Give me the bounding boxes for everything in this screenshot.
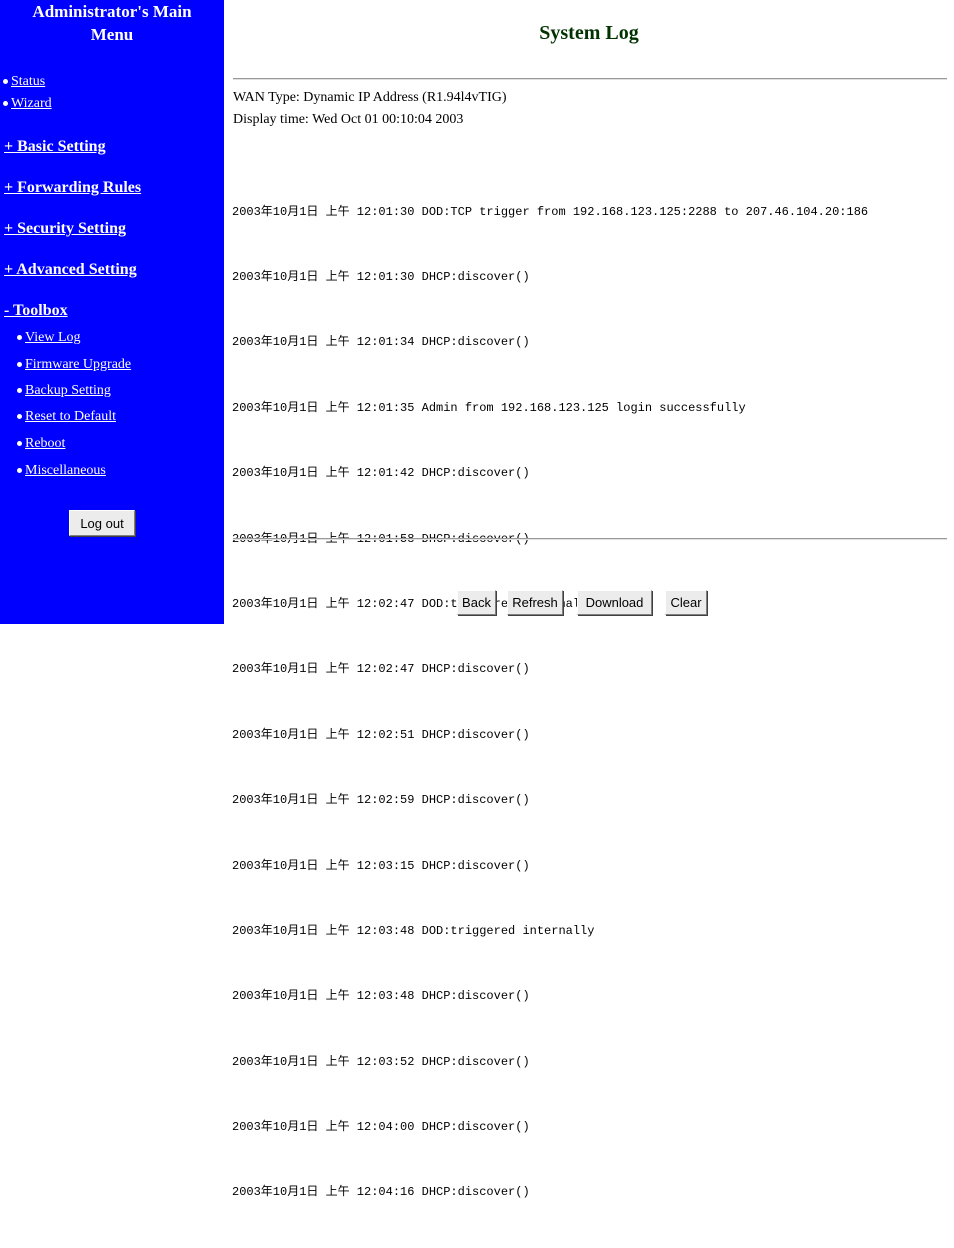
main-panel: System Log WAN Type: Dynamic IP Address … bbox=[224, 0, 954, 1199]
top-divider bbox=[233, 78, 947, 80]
bullet-icon bbox=[17, 468, 22, 474]
page-title: System Log bbox=[539, 22, 639, 44]
bullet-icon bbox=[17, 388, 22, 394]
log-row: 2003年10月1日 上午 12:02:47 DHCP:discover() bbox=[232, 662, 530, 677]
firmware-upgrade-link[interactable]: Firmware Upgrade bbox=[25, 357, 131, 372]
bullet-icon bbox=[3, 79, 8, 85]
advanced-setting-link[interactable]: + Advanced Setting bbox=[4, 261, 137, 278]
back-button[interactable]: Back bbox=[457, 590, 496, 615]
toolbox-item-reset-default[interactable]: Reset to Default bbox=[17, 409, 116, 425]
log-row: 2003年10月1日 上午 12:01:34 DHCP:discover() bbox=[232, 335, 530, 350]
log-row: 2003年10月1日 上午 12:01:30 DOD:TCP trigger f… bbox=[232, 204, 869, 219]
wizard-link[interactable]: Wizard bbox=[11, 96, 52, 111]
log-row: 2003年10月1日 上午 12:03:15 DHCP:discover() bbox=[232, 858, 530, 873]
toolbox-item-reboot[interactable]: Reboot bbox=[17, 436, 65, 452]
log-row: 2003年10月1日 上午 12:02:59 DHCP:discover() bbox=[232, 793, 530, 808]
section-advanced-setting[interactable]: + Advanced Setting bbox=[4, 261, 137, 279]
log-row: 2003年10月1日 上午 12:03:48 DOD:triggered int… bbox=[232, 923, 595, 938]
log-row: 2003年10月1日 上午 12:03:52 DHCP:discover() bbox=[232, 1054, 530, 1069]
status-link[interactable]: Status bbox=[11, 74, 45, 89]
security-setting-link[interactable]: + Security Setting bbox=[4, 220, 126, 237]
log-row: 2003年10月1日 上午 12:03:48 DHCP:discover() bbox=[232, 989, 530, 1004]
bottom-divider bbox=[233, 538, 947, 540]
toolbox-item-firmware-upgrade[interactable]: Firmware Upgrade bbox=[17, 357, 131, 373]
section-basic-setting[interactable]: + Basic Setting bbox=[4, 138, 106, 156]
bullet-icon bbox=[17, 335, 22, 341]
view-log-link[interactable]: View Log bbox=[25, 330, 81, 345]
reset-default-link[interactable]: Reset to Default bbox=[25, 409, 116, 424]
reboot-link[interactable]: Reboot bbox=[25, 436, 65, 451]
toolbox-link[interactable]: - Toolbox bbox=[4, 302, 68, 319]
log-row: 2003年10月1日 上午 12:01:42 DHCP:discover() bbox=[232, 466, 530, 481]
bullet-icon bbox=[17, 441, 22, 447]
menu-title-line1: Administrator's Main bbox=[32, 2, 192, 21]
bullet-icon bbox=[3, 101, 8, 107]
sidebar-item-wizard[interactable]: Wizard bbox=[3, 96, 52, 112]
log-row: 2003年10月1日 上午 12:04:00 DHCP:discover() bbox=[232, 1120, 530, 1135]
display-time-text: Display time: Wed Oct 01 00:10:04 2003 bbox=[233, 112, 464, 127]
section-security-setting[interactable]: + Security Setting bbox=[4, 220, 126, 238]
clear-button[interactable]: Clear bbox=[665, 590, 707, 615]
sidebar-item-status[interactable]: Status bbox=[3, 74, 45, 90]
basic-setting-link[interactable]: + Basic Setting bbox=[4, 138, 106, 155]
toolbox-item-view-log[interactable]: View Log bbox=[17, 330, 81, 346]
menu-title: Administrator's Main Menu bbox=[0, 0, 224, 46]
sidebar: Administrator's Main Menu Status Wizard … bbox=[0, 0, 224, 624]
log-row: 2003年10月1日 上午 12:02:51 DHCP:discover() bbox=[232, 727, 530, 742]
download-button[interactable]: Download bbox=[577, 590, 652, 615]
log-row: 2003年10月1日 上午 12:01:30 DHCP:discover() bbox=[232, 269, 530, 284]
logout-button[interactable]: Log out bbox=[69, 510, 135, 536]
section-toolbox[interactable]: - Toolbox bbox=[4, 302, 68, 320]
log-row: 2003年10月1日 上午 12:04:16 DHCP:discover() bbox=[232, 1185, 530, 1200]
section-forwarding-rules[interactable]: + Forwarding Rules bbox=[4, 179, 141, 197]
toolbox-item-backup-setting[interactable]: Backup Setting bbox=[17, 383, 111, 399]
forwarding-rules-link[interactable]: + Forwarding Rules bbox=[4, 179, 141, 196]
log-list: 2003年10月1日 上午 12:01:30 DOD:TCP trigger f… bbox=[232, 158, 952, 1248]
log-row: 2003年10月1日 上午 12:01:35 Admin from 192.16… bbox=[232, 400, 746, 415]
bullet-icon bbox=[17, 414, 22, 420]
miscellaneous-link[interactable]: Miscellaneous bbox=[25, 463, 106, 478]
refresh-button[interactable]: Refresh bbox=[507, 590, 563, 615]
menu-title-line2: Menu bbox=[90, 25, 134, 44]
wan-type-text: WAN Type: Dynamic IP Address (R1.94l4vTI… bbox=[233, 90, 507, 105]
backup-setting-link[interactable]: Backup Setting bbox=[25, 383, 111, 398]
bullet-icon bbox=[17, 362, 22, 368]
toolbox-item-miscellaneous[interactable]: Miscellaneous bbox=[17, 463, 106, 479]
